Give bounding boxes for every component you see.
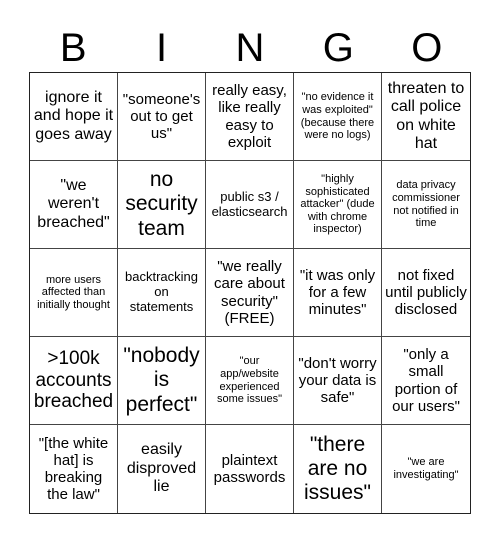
bingo-cell[interactable]: ignore it and hope it goes away — [30, 73, 118, 161]
bingo-cell[interactable]: not fixed until publicly disclosed — [382, 249, 470, 337]
bingo-cell[interactable]: "highly sophisticated attacker" (dude wi… — [294, 161, 382, 249]
header-letter-i: I — [156, 26, 168, 70]
bingo-cell[interactable]: "we really care about security" (FREE) — [206, 249, 294, 337]
header-letter-b: B — [59, 26, 87, 70]
bingo-cell[interactable]: "don't worry your data is safe" — [294, 337, 382, 425]
bingo-cell[interactable]: "nobody is perfect" — [118, 337, 206, 425]
header-letter-n: N — [235, 26, 265, 70]
bingo-cell[interactable]: threaten to call police on white hat — [382, 73, 470, 161]
bingo-cell[interactable]: "we weren't breached" — [30, 161, 118, 249]
bingo-cell[interactable]: plaintext passwords — [206, 425, 294, 513]
bingo-cell[interactable]: "someone's out to get us" — [118, 73, 206, 161]
bingo-cell[interactable]: "there are no issues" — [294, 425, 382, 513]
bingo-cell[interactable]: "only a small portion of our users" — [382, 337, 470, 425]
bingo-cell[interactable]: >100k accounts breached — [30, 337, 118, 425]
header-letter-o: O — [411, 26, 443, 70]
bingo-cell[interactable]: "our app/website experienced some issues… — [206, 337, 294, 425]
bingo-board: ignore it and hope it goes away "someone… — [29, 72, 471, 514]
bingo-cell[interactable]: "it was only for a few minutes" — [294, 249, 382, 337]
bingo-cell[interactable]: "no evidence it was exploited" (because … — [294, 73, 382, 161]
bingo-cell[interactable]: backtracking on statements — [118, 249, 206, 337]
bingo-cell[interactable]: no security team — [118, 161, 206, 249]
bingo-cell[interactable]: data privacy commissioner not notified i… — [382, 161, 470, 249]
bingo-header: B I N G O — [29, 24, 471, 72]
bingo-cell[interactable]: "[the white hat] is breaking the law" — [30, 425, 118, 513]
bingo-cell[interactable]: more users affected than initially thoug… — [30, 249, 118, 337]
bingo-cell[interactable]: really easy, like really easy to exploit — [206, 73, 294, 161]
bingo-cell[interactable]: public s3 / elasticsearch — [206, 161, 294, 249]
bingo-cell[interactable]: "we are investigating" — [382, 425, 470, 513]
bingo-cell[interactable]: easily disproved lie — [118, 425, 206, 513]
header-letter-g: G — [322, 26, 354, 70]
